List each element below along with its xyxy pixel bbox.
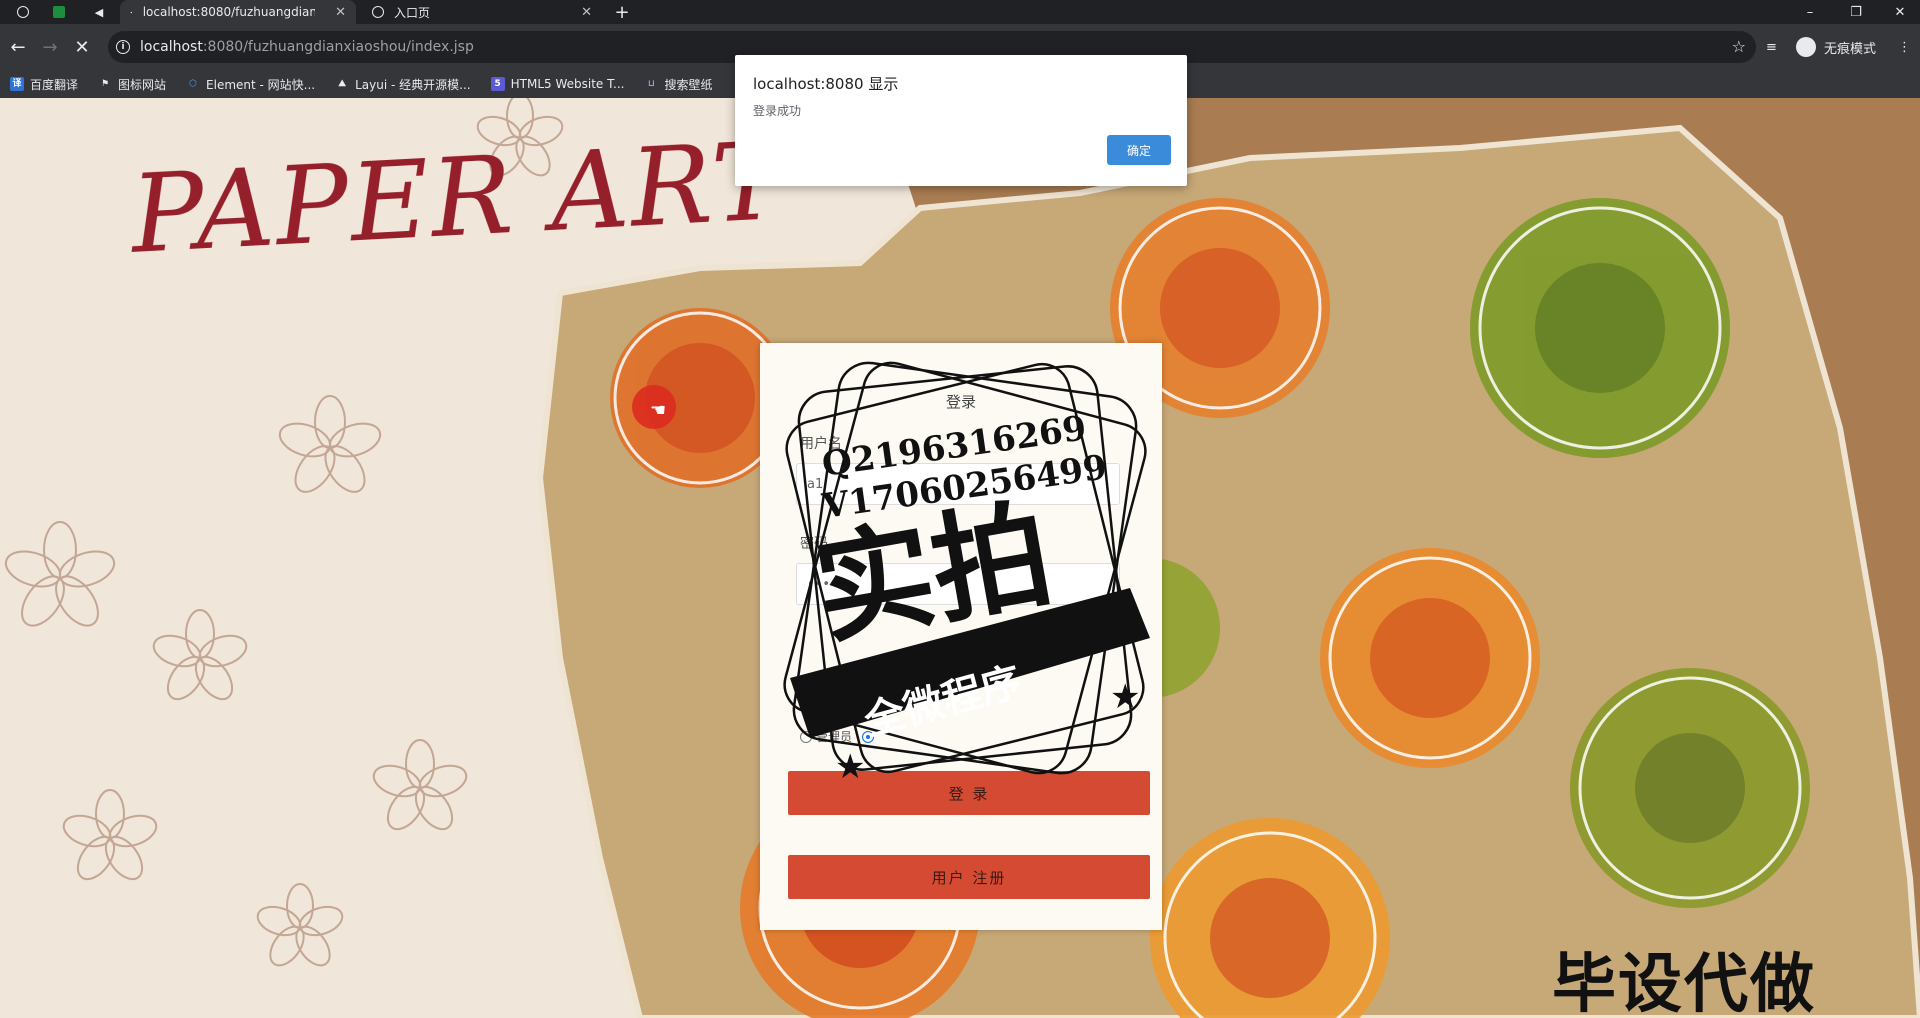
site-info-icon[interactable]: i: [116, 40, 130, 54]
incognito-icon: [1796, 37, 1816, 57]
layui-icon: ⛰: [338, 79, 346, 89]
new-tab-button[interactable]: +: [612, 0, 632, 24]
reading-list-icon[interactable]: ≡: [1766, 35, 1777, 59]
tab-audio[interactable]: ◀: [84, 0, 114, 24]
alert-message: 登录成功: [753, 104, 802, 118]
html5-icon: 5: [490, 77, 505, 91]
close-tab-icon[interactable]: ✕: [335, 5, 346, 20]
close-window-button[interactable]: ✕: [1880, 0, 1920, 24]
tab-sheet[interactable]: [44, 0, 74, 24]
login-title: 登录: [945, 393, 976, 411]
password-input[interactable]: ••••••: [796, 563, 1120, 605]
element-icon: ⬡: [189, 79, 197, 89]
username-input[interactable]: a1: [796, 463, 1120, 505]
tab-strip: ◀ ⸱ localhost:8080/fuzhuangdianx ✕ 入口页 ✕…: [0, 0, 1920, 24]
bookmark-layui[interactable]: ⛰ Layui - 经典开源模...: [335, 76, 470, 93]
tab-title: 入口页: [394, 5, 431, 20]
role-admin-label: 管理员: [816, 730, 853, 744]
login-card: 登录 用户名 a1 密码 •••••• 管理员 登 录 用户 注册: [760, 343, 1162, 930]
alert-ok-button[interactable]: 确定: [1107, 135, 1171, 165]
globe-icon: [17, 6, 29, 18]
menu-icon[interactable]: ⋮: [1898, 35, 1911, 59]
tab-entry-page[interactable]: 入口页 ✕: [362, 0, 602, 24]
password-label: 密码: [800, 536, 828, 552]
forward-button[interactable]: →: [38, 35, 62, 59]
audio-icon: ◀: [94, 5, 104, 19]
profile-button[interactable]: 无痕模式: [1796, 35, 1876, 59]
bookmark-html5[interactable]: 5 HTML5 Website T...: [490, 77, 624, 91]
page-viewport: PAPER ART 登录 用户名 a1 密码 •••••• 管理员 登 录 用户…: [0, 98, 1920, 1018]
login-button[interactable]: 登 录: [788, 771, 1150, 815]
address-url: localhost:8080/fuzhuangdianxiaoshou/inde…: [140, 39, 474, 55]
alert-dialog: localhost:8080 显示 登录成功 确定: [735, 55, 1187, 186]
role-selector: 管理员: [800, 728, 878, 745]
translate-icon: 译: [10, 77, 24, 91]
tab-active-login[interactable]: ⸱ localhost:8080/fuzhuangdianx ✕: [120, 0, 356, 24]
sheet-icon: [53, 6, 65, 18]
wallpaper-icon: ⊔: [647, 79, 656, 89]
role-admin-radio[interactable]: [800, 730, 812, 743]
alert-title: localhost:8080 显示: [753, 75, 899, 93]
bookmark-baidu-translate[interactable]: 译 百度翻译: [10, 76, 78, 93]
username-label: 用户名: [800, 436, 842, 452]
tab-globe[interactable]: [8, 0, 38, 24]
corner-watermark-text: 毕设代做: [1552, 948, 1816, 1018]
bookmark-star-icon[interactable]: ☆: [1732, 37, 1746, 56]
bookmark-icon-site[interactable]: ⚑ 图标网站: [98, 76, 166, 93]
minimize-button[interactable]: –: [1790, 0, 1830, 24]
pointer-hand-icon: ☚: [650, 400, 667, 421]
stop-loading-button[interactable]: ✕: [70, 35, 94, 59]
loading-icon: ⸱: [130, 8, 133, 19]
bookmark-wallpaper[interactable]: ⊔ 搜索壁纸: [644, 76, 713, 93]
bookmark-element[interactable]: ⬡ Element - 网站快...: [186, 76, 315, 93]
globe-icon: [372, 6, 384, 18]
tab-title: localhost:8080/fuzhuangdianx: [142, 5, 315, 19]
flag-icon: ⚑: [100, 79, 110, 89]
role-user-radio[interactable]: [862, 730, 875, 743]
restore-button[interactable]: ❐: [1836, 0, 1876, 24]
close-tab-icon[interactable]: ✕: [581, 5, 592, 20]
back-button[interactable]: ←: [6, 35, 30, 59]
register-button[interactable]: 用户 注册: [788, 855, 1150, 899]
